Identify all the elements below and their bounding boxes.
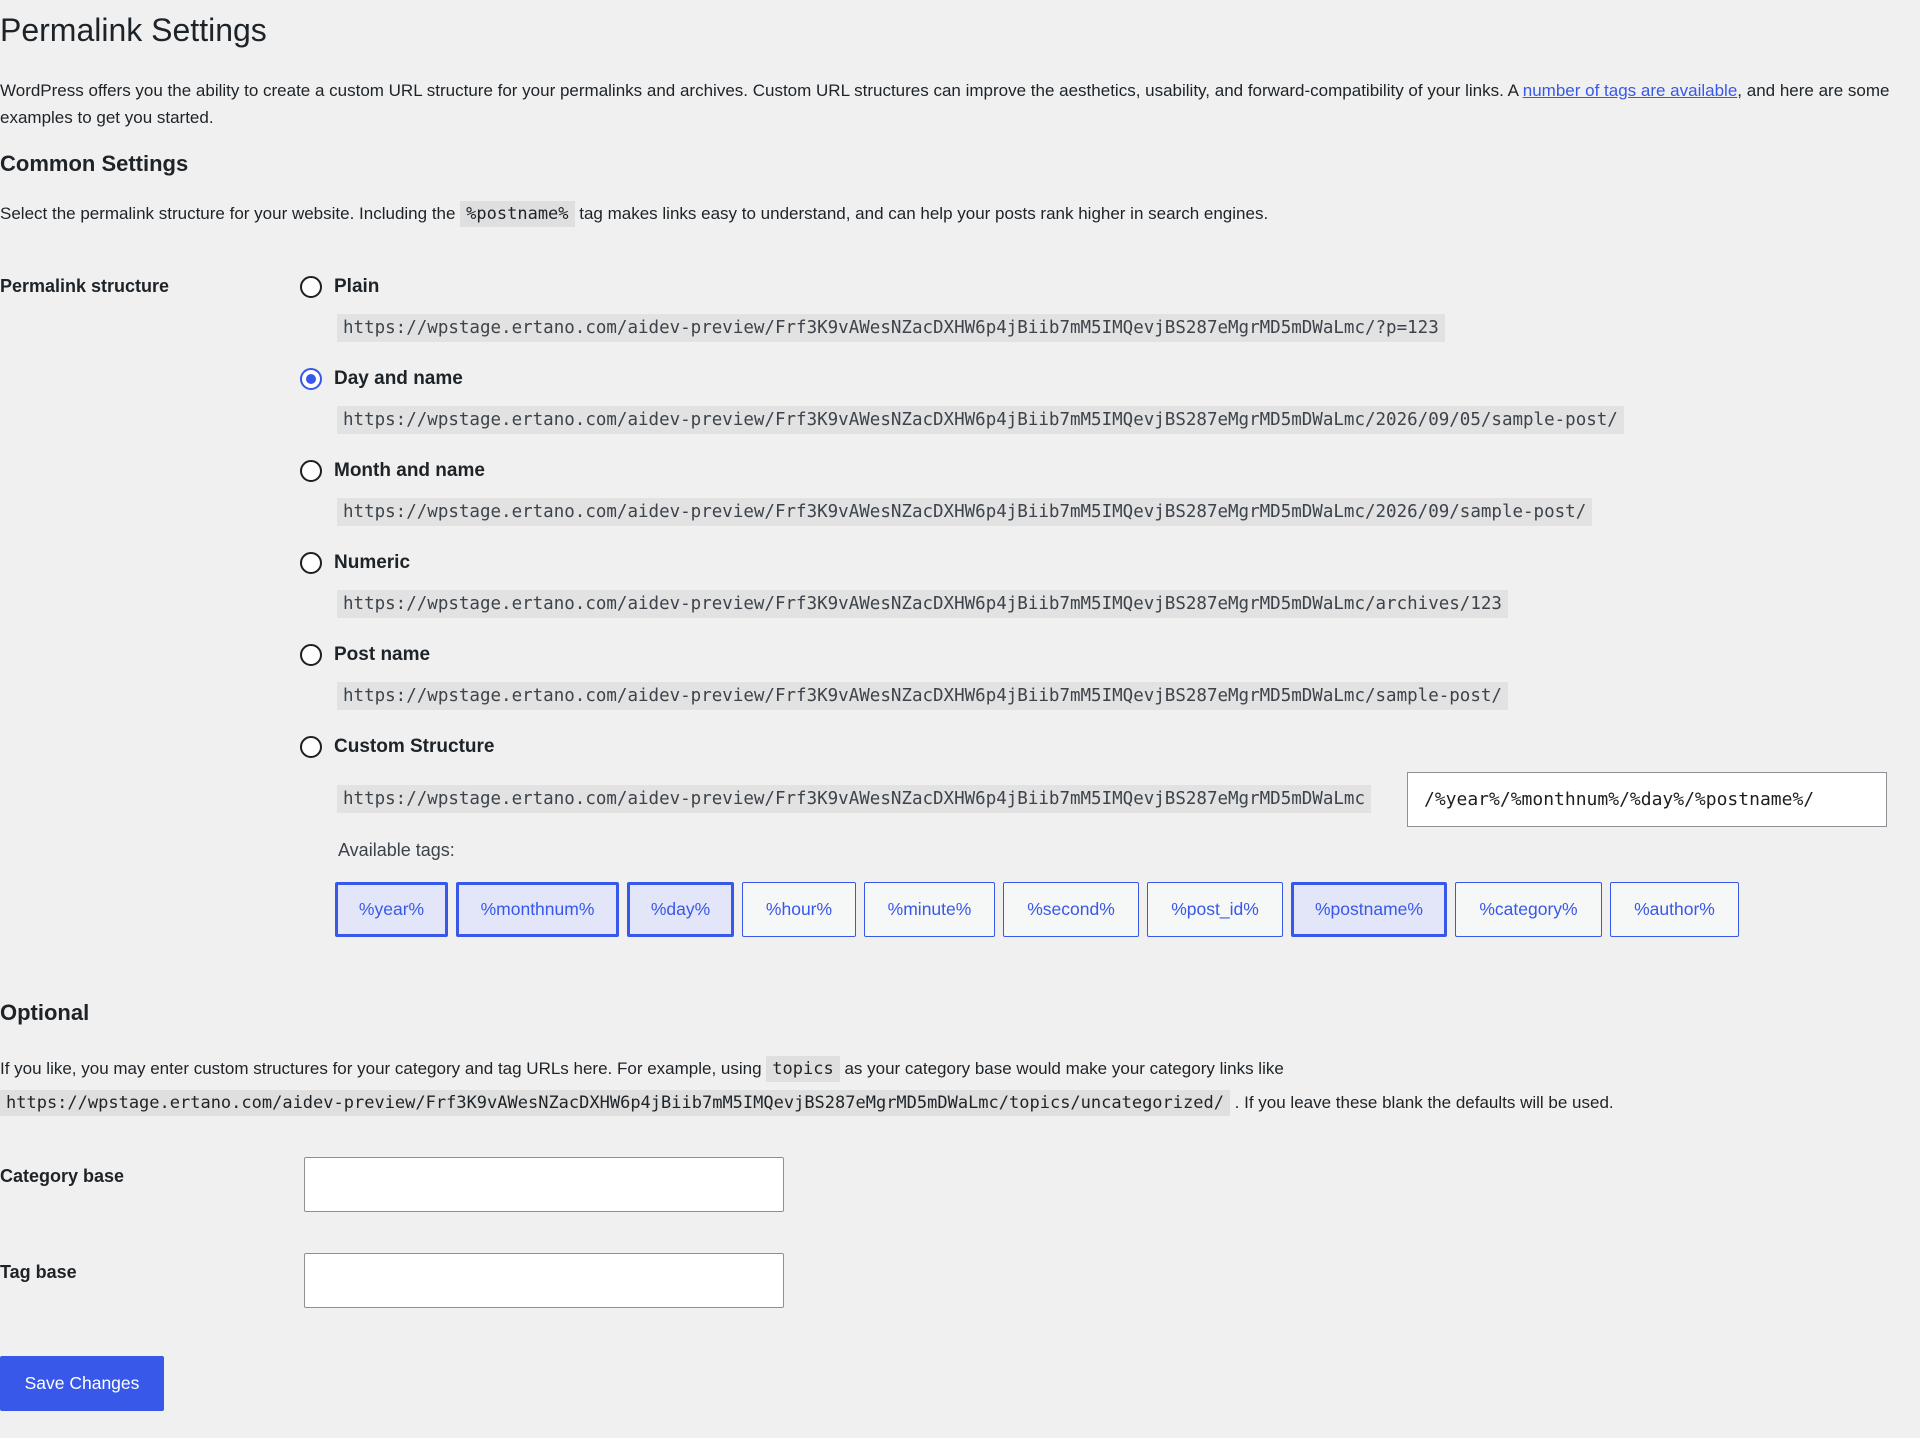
tag-monthnum-button[interactable]: %monthnum% xyxy=(456,882,619,937)
day-and-name-url-example: https://wpstage.ertano.com/aidev-preview… xyxy=(337,406,1624,434)
tag-day-button[interactable]: %day% xyxy=(627,882,734,937)
numeric-radio[interactable] xyxy=(300,552,322,574)
intro-text: WordPress offers you the ability to crea… xyxy=(0,77,1910,131)
tag-postname-button[interactable]: %postname% xyxy=(1291,882,1447,937)
option-plain-row[interactable]: Plain xyxy=(300,272,379,302)
custom-structure-url-prefix: https://wpstage.ertano.com/aidev-preview… xyxy=(337,785,1371,813)
page-title: Permalink Settings xyxy=(0,12,267,48)
tag-year-button[interactable]: %year% xyxy=(335,882,448,937)
common-desc-start: Select the permalink structure for your … xyxy=(0,204,461,223)
custom-structure-input[interactable] xyxy=(1407,772,1887,827)
numeric-label: Numeric xyxy=(334,551,411,573)
category-base-input[interactable] xyxy=(304,1157,784,1212)
tag-base-input[interactable] xyxy=(304,1253,784,1308)
custom-structure-label: Custom Structure xyxy=(334,735,495,757)
tag-base-label: Tag base xyxy=(0,1262,77,1282)
option-post-name-row[interactable]: Post name xyxy=(300,640,430,670)
category-base-label: Category base xyxy=(0,1166,125,1186)
tag-post-id-button[interactable]: %post_id% xyxy=(1147,882,1283,937)
option-post-name: Post name https://wpstage.ertano.com/aid… xyxy=(300,640,1508,710)
option-numeric-row[interactable]: Numeric xyxy=(300,548,410,578)
post-name-radio[interactable] xyxy=(300,644,322,666)
optional-desc-middle: as your category base would make your ca… xyxy=(839,1059,1284,1078)
option-day-and-name: Day and name https://wpstage.ertano.com/… xyxy=(300,364,1624,434)
option-numeric: Numeric https://wpstage.ertano.com/aidev… xyxy=(300,548,1508,618)
common-settings-description: Select the permalink structure for your … xyxy=(0,200,1268,228)
tag-minute-button[interactable]: %minute% xyxy=(864,882,995,937)
option-custom-structure-row[interactable]: Custom Structure xyxy=(300,732,494,762)
tags-available-link[interactable]: number of tags are available xyxy=(1523,81,1738,100)
topics-code: topics xyxy=(766,1056,840,1082)
day-and-name-radio[interactable] xyxy=(300,368,322,390)
plain-url-example: https://wpstage.ertano.com/aidev-preview… xyxy=(337,314,1445,342)
save-changes-button[interactable]: Save Changes xyxy=(0,1356,164,1411)
plain-label: Plain xyxy=(334,275,380,297)
tag-hour-button[interactable]: %hour% xyxy=(742,882,856,937)
common-settings-heading: Common Settings xyxy=(0,151,189,176)
plain-radio[interactable] xyxy=(300,276,322,298)
tag-author-button[interactable]: %author% xyxy=(1610,882,1739,937)
option-month-and-name: Month and name https://wpstage.ertano.co… xyxy=(300,456,1593,526)
permalink-structure-label: Permalink structure xyxy=(0,276,170,296)
numeric-url-example: https://wpstage.ertano.com/aidev-preview… xyxy=(337,590,1508,618)
tag-second-button[interactable]: %second% xyxy=(1003,882,1139,937)
month-and-name-radio[interactable] xyxy=(300,460,322,482)
day-and-name-label: Day and name xyxy=(334,367,463,389)
post-name-url-example: https://wpstage.ertano.com/aidev-preview… xyxy=(337,682,1508,710)
optional-description: If you like, you may enter custom struct… xyxy=(0,1052,1910,1120)
post-name-label: Post name xyxy=(334,643,431,665)
option-plain: Plain https://wpstage.ertano.com/aidev-p… xyxy=(300,272,1445,342)
common-desc-end: tag makes links easy to understand, and … xyxy=(574,204,1269,223)
tag-category-button[interactable]: %category% xyxy=(1455,882,1602,937)
available-tags-label: Available tags: xyxy=(338,840,455,860)
month-and-name-url-example: https://wpstage.ertano.com/aidev-preview… xyxy=(337,498,1593,526)
postname-code: %postname% xyxy=(460,201,575,227)
optional-desc-start: If you like, you may enter custom struct… xyxy=(0,1059,767,1078)
month-and-name-label: Month and name xyxy=(334,459,485,481)
optional-desc-end: . If you leave these blank the defaults … xyxy=(1229,1093,1614,1112)
optional-heading: Optional xyxy=(0,1000,90,1025)
category-example-url: https://wpstage.ertano.com/aidev-preview… xyxy=(0,1090,1230,1116)
option-custom-structure: Custom Structure https://wpstage.ertano.… xyxy=(300,732,1371,813)
intro-text-start: WordPress offers you the ability to crea… xyxy=(0,81,1523,100)
option-day-and-name-row[interactable]: Day and name xyxy=(300,364,463,394)
available-tags-list: %year% %monthnum% %day% %hour% %minute% … xyxy=(335,882,1739,937)
custom-structure-radio[interactable] xyxy=(300,736,322,758)
option-month-and-name-row[interactable]: Month and name xyxy=(300,456,485,486)
